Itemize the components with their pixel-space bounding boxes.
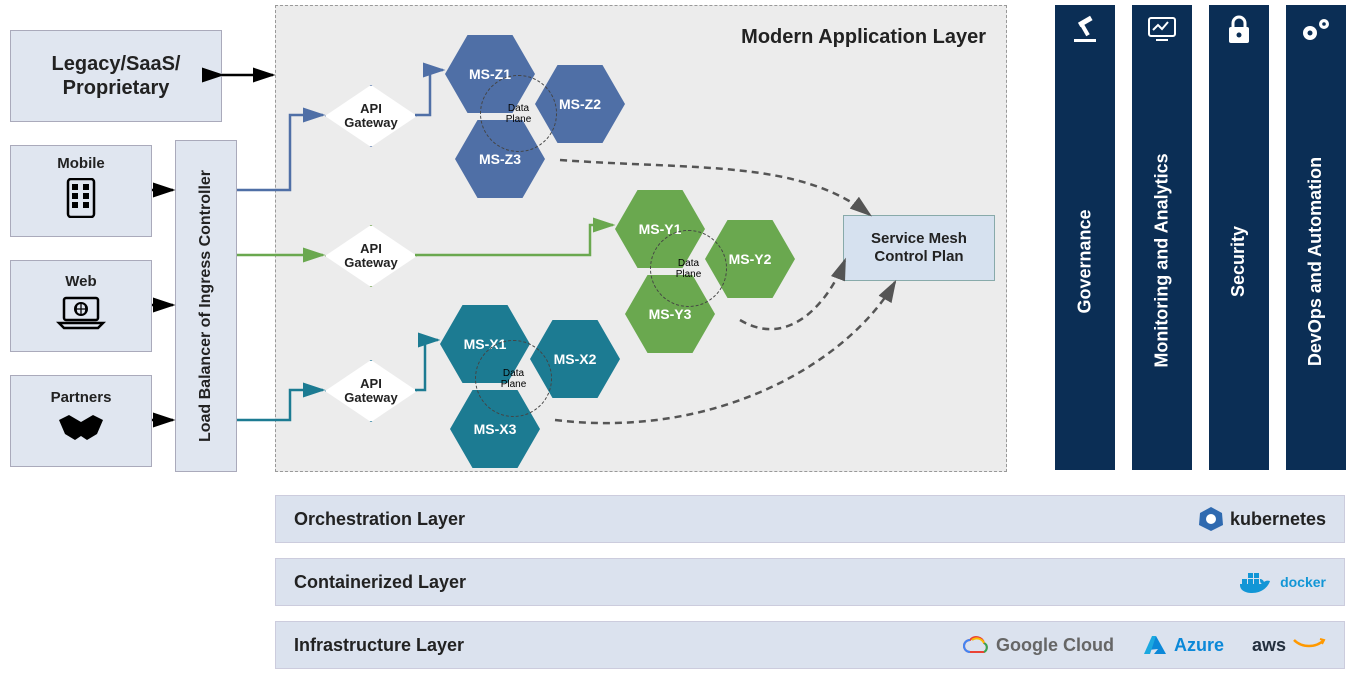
containerized-layer: Containerized Layer docker [275, 558, 1345, 606]
data-plane-z: Data Plane [480, 75, 557, 152]
pillar-devops: DevOps and Automation [1286, 5, 1346, 470]
lock-icon [1226, 15, 1252, 52]
mobile-icon [66, 178, 96, 227]
client-mobile: Mobile [10, 145, 152, 237]
infrastructure-layer: Infrastructure Layer Google Cloud Azure … [275, 621, 1345, 669]
client-label: Partners [51, 389, 112, 406]
analytics-icon [1146, 15, 1178, 50]
gears-icon [1299, 15, 1333, 52]
service-mesh-box: Service Mesh Control Plan [843, 215, 995, 281]
load-balancer: Load Balancer of Ingress Controller [175, 140, 237, 472]
google-cloud-logo: Google Cloud [962, 634, 1114, 656]
gavel-icon [1070, 15, 1100, 52]
client-partners: Partners [10, 375, 152, 467]
kubernetes-logo: kubernetes [1198, 506, 1326, 532]
layer-label: Infrastructure Layer [294, 635, 464, 656]
pillar-monitoring: Monitoring and Analytics [1132, 5, 1192, 470]
legacy-box: Legacy/SaaS/ Proprietary [10, 30, 222, 122]
data-plane-y: Data Plane [650, 230, 727, 307]
handshake-icon [55, 412, 107, 453]
pillar-label: Monitoring and Analytics [1152, 153, 1173, 367]
layer-label: Containerized Layer [294, 572, 466, 593]
app-layer-title: Modern Application Layer [741, 26, 986, 49]
azure-logo: Azure [1142, 634, 1224, 656]
load-balancer-label: Load Balancer of Ingress Controller [197, 170, 215, 442]
orchestration-layer: Orchestration Layer kubernetes [275, 495, 1345, 543]
client-label: Web [65, 273, 96, 290]
laptop-icon [56, 296, 106, 339]
data-plane-x: Data Plane [475, 340, 552, 417]
client-web: Web [10, 260, 152, 352]
pillar-label: DevOps and Automation [1306, 156, 1327, 365]
docker-logo: docker [1238, 569, 1326, 595]
layer-label: Orchestration Layer [294, 509, 465, 530]
aws-logo: aws [1252, 635, 1326, 656]
client-label: Mobile [57, 155, 105, 172]
